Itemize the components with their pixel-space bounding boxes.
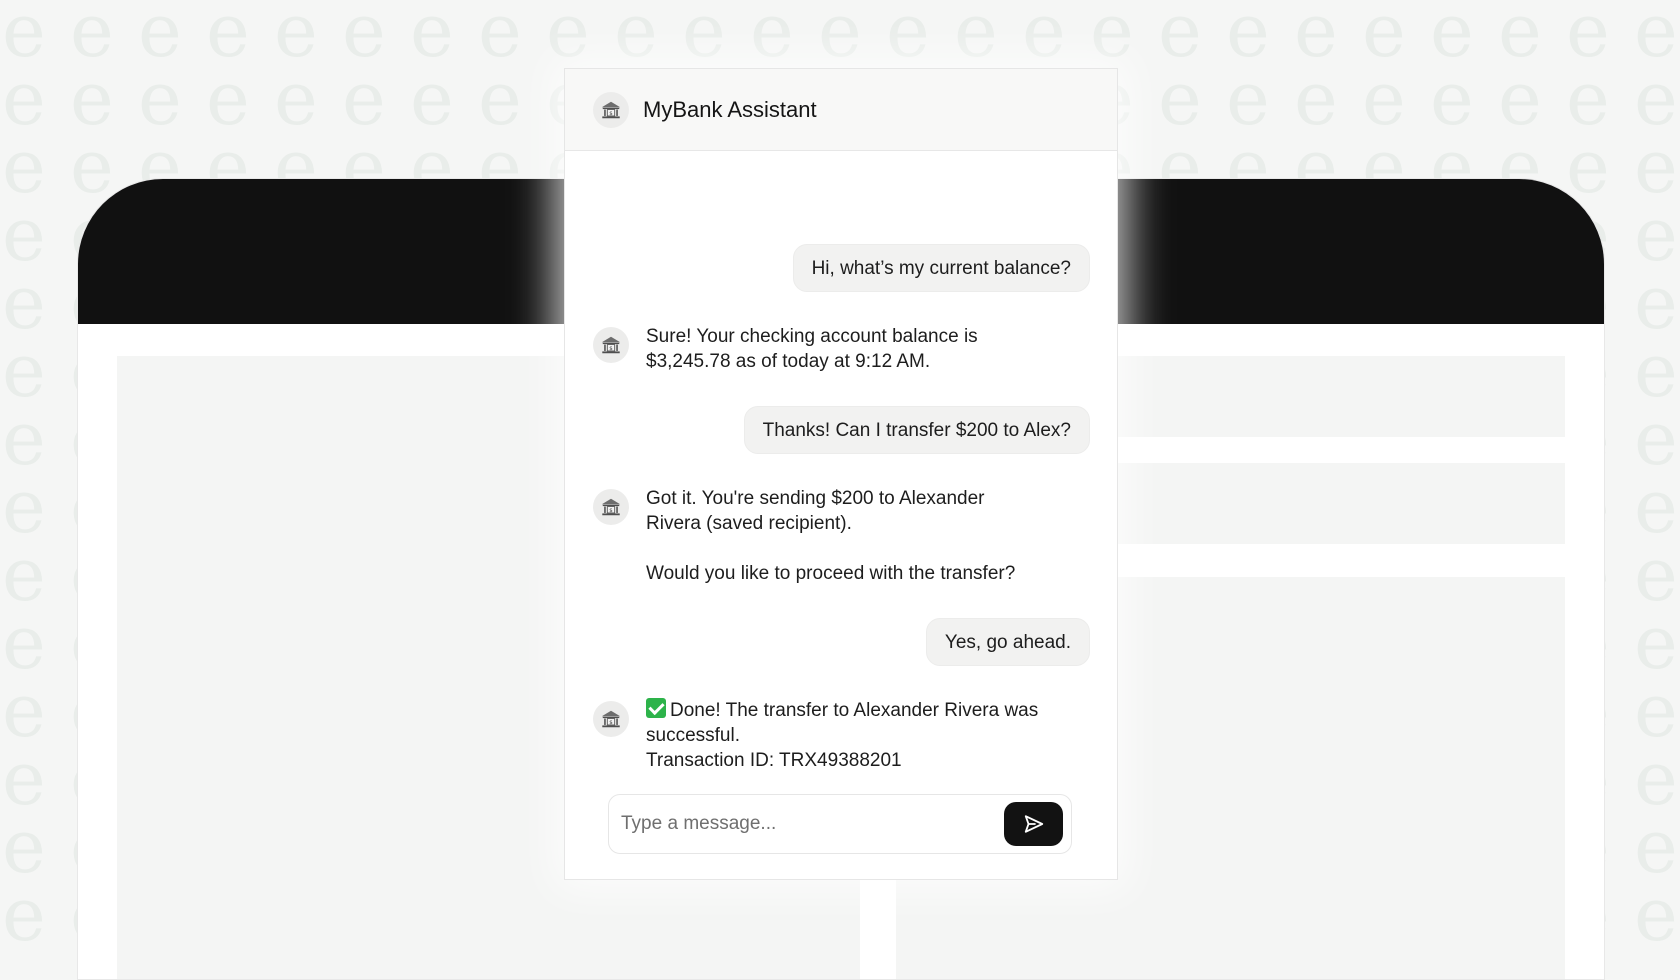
bank-icon: $ (593, 701, 629, 737)
bank-icon: $ (593, 91, 629, 128)
svg-text:$: $ (609, 346, 613, 352)
user-message: Thanks! Can I transfer $200 to Alex? (743, 406, 1090, 454)
bank-icon: $ (593, 327, 629, 363)
assistant-message-text: Sure! Your checking account balance is $… (646, 326, 978, 372)
message-input[interactable] (619, 803, 1004, 845)
assistant-message: $ Sure! Your checking account balance is… (593, 324, 1077, 374)
chat-title: MyBank Assistant (643, 96, 817, 122)
svg-text:$: $ (609, 110, 613, 116)
check-icon (646, 698, 666, 718)
bank-icon: $ (593, 489, 629, 525)
user-message: Yes, go ahead. (925, 618, 1090, 666)
assistant-message-text: Got it. You're sending $200 to Alexander… (646, 488, 1016, 584)
send-button[interactable] (1004, 802, 1063, 846)
svg-text:$: $ (609, 508, 613, 514)
message-composer (608, 794, 1072, 854)
send-icon (1024, 815, 1043, 833)
svg-text:$: $ (609, 720, 613, 726)
chat-header: $ MyBank Assistant (565, 69, 1117, 151)
chat-window: $ MyBank Assistant Hi, what’s my current… (564, 68, 1118, 880)
assistant-message: $ Got it. You're sending $200 to Alexand… (593, 486, 1077, 586)
user-message: Hi, what’s my current balance? (792, 244, 1090, 292)
